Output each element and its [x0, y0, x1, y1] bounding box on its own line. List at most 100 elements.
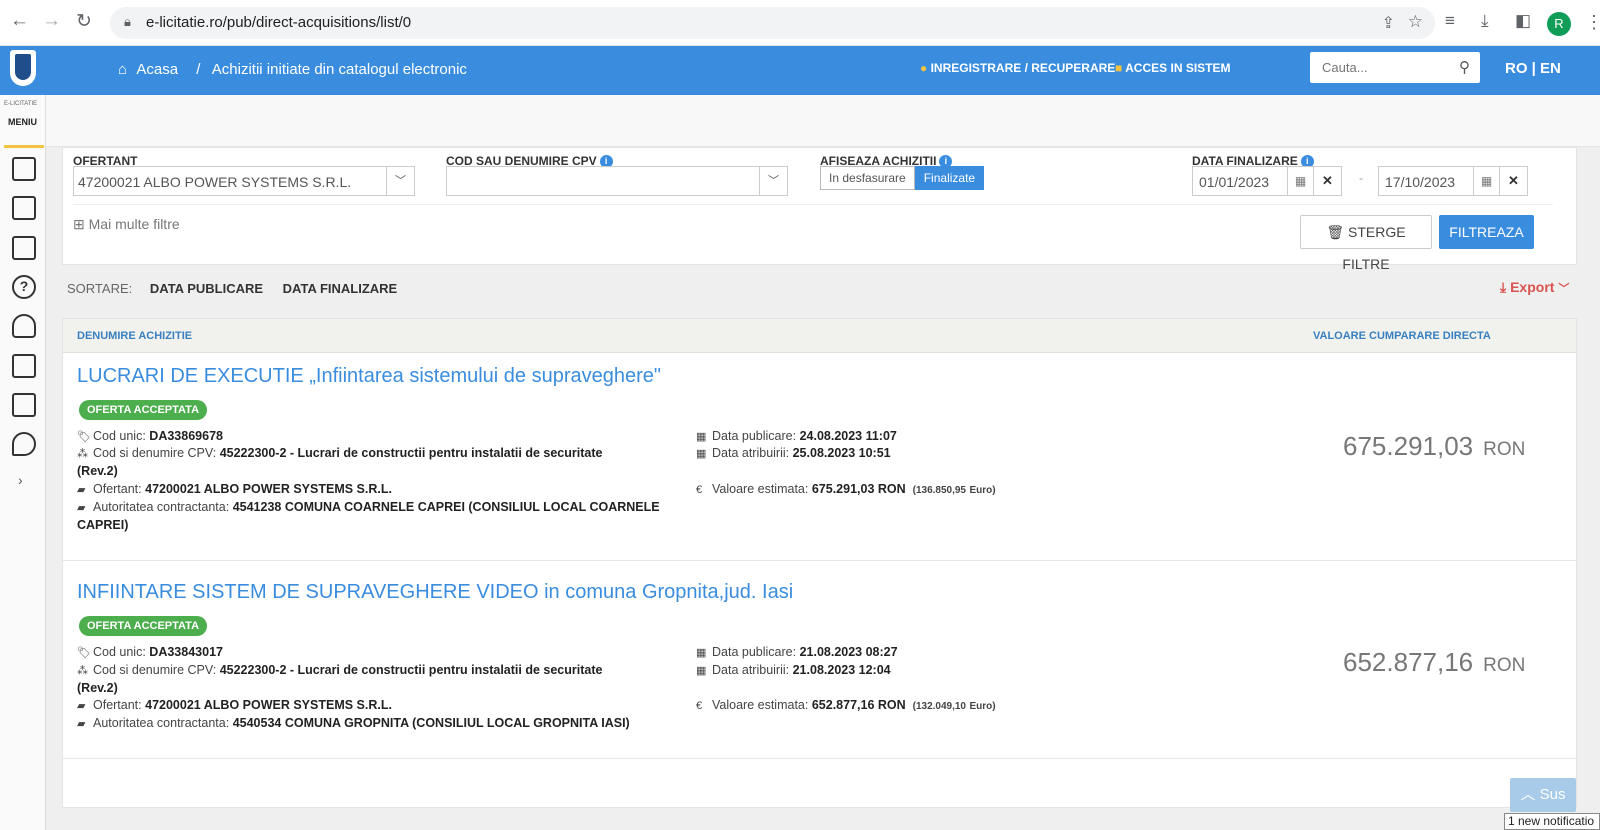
address-bar[interactable]: 🔒︎ e-licitatie.ro/pub/direct-acquisition…	[110, 7, 1435, 39]
publication-date-line: ▦ Data publicare: 24.08.2023 11:07	[696, 428, 897, 446]
calendar-icon: ▦	[696, 665, 707, 677]
share-icon[interactable]: ⇪	[1382, 13, 1395, 33]
calendar-icon[interactable]: ▦	[1473, 167, 1499, 195]
result-title[interactable]: INFIINTARE SISTEM DE SUPRAVEGHERE VIDEO …	[77, 581, 793, 604]
tag-icon: 🏷︎	[77, 647, 91, 659]
briefcase-icon: ▰	[77, 484, 86, 496]
col-name-header[interactable]: DENUMIRE ACHIZITIE	[77, 330, 192, 342]
estimated-value-line: € Valoare estimata: 652.877,16 RON (132.0…	[696, 697, 996, 715]
estimated-value-line: € Valoare estimata: 675.291,03 RON (136.8…	[696, 481, 996, 499]
browser-menu-icon[interactable]: ⋮	[1585, 12, 1600, 33]
person-icon[interactable]	[12, 314, 36, 338]
euro-icon: €	[696, 700, 703, 712]
divider	[73, 204, 1553, 205]
more-filters-label[interactable]: Mai multe filtre	[89, 216, 180, 232]
ofertant-select[interactable]: 47200021 ALBO POWER SYSTEMS S.R.L. ﹀	[73, 166, 415, 196]
toggle-finalized[interactable]: Finalizate	[914, 166, 985, 190]
back-to-top-button[interactable]: ︿ Sus	[1510, 778, 1576, 812]
browser-toolbar: ← → ↻ 🔒︎ e-licitatie.ro/pub/direct-acqui…	[0, 0, 1600, 46]
calendar-icon: ▦	[696, 647, 707, 659]
sidebar-brand: E-LICITATIE	[4, 101, 38, 107]
breadcrumb-home[interactable]: Acasa	[136, 61, 178, 78]
sort-by-publication[interactable]: DATA PUBLICARE	[150, 281, 263, 296]
trash-icon: 🗑︎	[1326, 224, 1345, 240]
bookmark-star-icon[interactable]: ☆	[1408, 12, 1423, 32]
language-switch[interactable]: RO | EN	[1505, 60, 1561, 77]
result-title[interactable]: LUCRARI DE EXECUTIE „Infiintarea sistemu…	[77, 365, 661, 388]
ofertant-line: ▰ Ofertant: 47200021 ALBO POWER SYSTEMS S…	[77, 481, 392, 499]
autoritate-line: ▰ Autoritatea contractanta: 4540534 COMUN…	[77, 715, 677, 733]
back-icon[interactable]: ←	[10, 10, 29, 32]
download-icon[interactable]: ⤓	[1481, 11, 1489, 31]
search-input[interactable]	[1310, 52, 1440, 83]
price-amount: 675.291,03	[1343, 431, 1474, 461]
date-separator: -	[1359, 171, 1363, 185]
login-link[interactable]: ■ ACCES IN SISTEM	[1115, 61, 1231, 75]
clear-date-from-button[interactable]: ✕	[1314, 166, 1342, 196]
sidebar: E-LICITATIE MENIU ? ›	[0, 95, 46, 830]
calendar-icon[interactable]: ▦	[1287, 167, 1313, 195]
cpv-select[interactable]: ﹀	[446, 166, 788, 196]
search-box: ⚲	[1310, 52, 1480, 83]
shield-doc-icon[interactable]	[12, 236, 36, 260]
col-value-header[interactable]: VALOARE CUMPARARE DIRECTA	[1313, 330, 1491, 342]
menu-underline	[4, 145, 44, 148]
award-date-line: ▦ Data atribuirii: 21.08.2023 12:04	[696, 662, 891, 680]
side-panel-icon[interactable]: ◧	[1515, 11, 1531, 31]
filter-button[interactable]: FILTREAZA	[1439, 215, 1534, 249]
status-toggle: In desfasurare Finalizate	[820, 166, 985, 190]
date-from-input[interactable]: 01/01/2023 ▦	[1192, 166, 1314, 196]
ofertant-line: ▰ Ofertant: 47200021 ALBO POWER SYSTEMS S…	[77, 697, 392, 715]
direct-purchase-value: 652.877,16 RON	[1343, 647, 1525, 678]
clear-filters-button[interactable]: 🗑︎ STERGE FILTRE	[1300, 215, 1432, 272]
reload-icon[interactable]: ↻	[76, 10, 92, 33]
euro-icon: €	[696, 484, 703, 496]
register-label[interactable]: INREGISTRARE / RECUPERARE	[931, 61, 1116, 75]
id-card-icon[interactable]	[12, 354, 36, 378]
menu-toggle[interactable]: MENIU	[8, 117, 37, 127]
download-icon: ⤓	[1500, 279, 1507, 295]
clear-date-to-button[interactable]: ✕	[1500, 166, 1528, 196]
document-icon[interactable]	[12, 157, 36, 181]
back-to-top-label: Sus	[1539, 786, 1566, 803]
profile-avatar[interactable]: R	[1547, 12, 1571, 36]
lock-icon: ■	[1115, 61, 1123, 75]
ofertant-value: 47200021 ALBO POWER SYSTEMS S.R.L.	[78, 174, 352, 190]
autoritate-line: ▰ Autoritatea contractanta: 4541238 COMUN…	[77, 500, 660, 532]
briefcase-icon: ▰	[77, 502, 86, 514]
catalog-icon[interactable]	[12, 393, 36, 417]
cpv-line: ⁂ Cod si denumire CPV: 45222300-2 - Lucra…	[77, 446, 603, 478]
status-badge: OFERTA ACCEPTATA	[79, 616, 208, 636]
result-item: LUCRARI DE EXECUTIE „Infiintarea sistemu…	[63, 353, 1576, 561]
chevron-down-icon[interactable]: ﹀	[759, 167, 787, 195]
notification-toast[interactable]: 1 new notificatio	[1504, 813, 1600, 830]
award-date-line: ▦ Data atribuirii: 25.08.2023 10:51	[696, 445, 891, 463]
more-filters-link[interactable]: ⊞ Mai multe filtre	[73, 216, 180, 233]
url-text[interactable]: e-licitatie.ro/pub/direct-acquisitions/l…	[146, 14, 411, 31]
user-icon: ●	[920, 61, 928, 75]
export-button[interactable]: ⤓ Export ﹀	[1500, 279, 1569, 296]
search-icon[interactable]: ⚲	[1459, 58, 1470, 76]
sitemap-icon: ⁂	[77, 448, 88, 460]
sort-by-finalization[interactable]: DATA FINALIZARE	[283, 281, 398, 296]
chevron-down-icon[interactable]: ﹀	[386, 167, 414, 195]
sort-label: SORTARE:	[67, 281, 133, 296]
breadcrumb-separator: /	[196, 61, 201, 78]
login-label[interactable]: ACCES IN SISTEM	[1125, 61, 1230, 75]
reading-list-icon[interactable]: ≡	[1445, 11, 1455, 31]
top-strip	[46, 95, 1600, 147]
breadcrumb-current: Achizitii initiate din catalogul electro…	[211, 61, 467, 78]
sort-bar: SORTARE: DATA PUBLICARE DATA FINALIZARE	[67, 281, 413, 296]
register-link[interactable]: ● INREGISTRARE / RECUPERARE	[920, 61, 1115, 75]
forward-icon[interactable]: →	[42, 10, 61, 32]
toggle-in-progress[interactable]: In desfasurare	[820, 166, 915, 190]
sidebar-expand-icon[interactable]: ›	[18, 472, 23, 488]
clear-filters-label: STERGE FILTRE	[1342, 224, 1406, 272]
export-label: Export	[1510, 279, 1555, 295]
chat-icon[interactable]	[12, 432, 36, 456]
date-to-input[interactable]: 17/10/2023 ▦	[1378, 166, 1500, 196]
home-icon[interactable]: ⌂	[118, 61, 127, 78]
help-icon[interactable]: ?	[12, 275, 36, 299]
site-logo[interactable]	[10, 50, 36, 86]
list-export-icon[interactable]	[12, 196, 36, 220]
